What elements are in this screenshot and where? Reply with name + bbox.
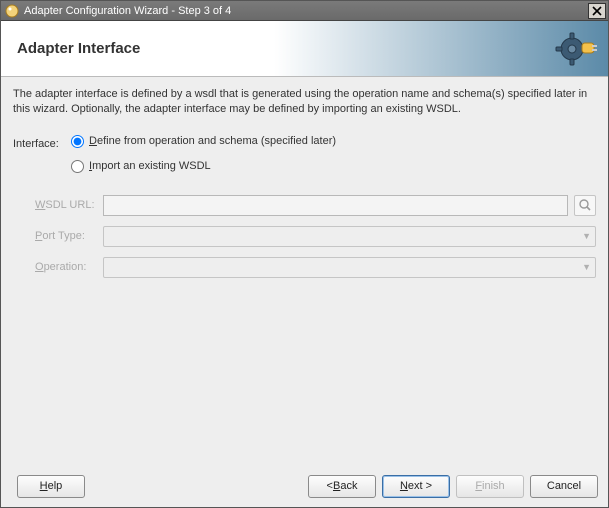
interface-label: Interface: [13,138,71,150]
operation-label: Operation: [35,261,103,273]
close-button[interactable] [588,3,606,19]
interface-row: Interface: Define from operation and sch… [13,135,596,154]
wsdl-url-label: WSDL URL: [35,199,103,211]
wsdl-url-row: WSDL URL: [35,195,596,216]
app-icon [5,4,19,18]
next-button[interactable]: Next > [382,475,450,498]
operation-select[interactable]: ▼ [103,257,596,278]
radio-import[interactable] [71,160,84,173]
banner: Adapter Interface [1,21,608,77]
chevron-down-icon: ▼ [582,231,591,241]
page-title: Adapter Interface [17,40,140,57]
back-button[interactable]: < Back [308,475,376,498]
wsdl-fields: WSDL URL: Port Type: ▼ Operation: [13,195,596,288]
wizard-window: Adapter Configuration Wizard - Step 3 of… [0,0,609,508]
search-icon [578,198,592,212]
gear-plug-icon [554,29,598,69]
interface-row-2: Import an existing WSDL [13,160,596,179]
port-type-select[interactable]: ▼ [103,226,596,247]
content-area: The adapter interface is defined by a ws… [1,77,608,465]
wsdl-url-input[interactable] [103,195,568,216]
radio-define-row: Define from operation and schema (specif… [71,135,336,148]
help-button[interactable]: Help [17,475,85,498]
cancel-button[interactable]: Cancel [530,475,598,498]
window-title: Adapter Configuration Wizard - Step 3 of… [24,5,588,17]
port-type-row: Port Type: ▼ [35,226,596,247]
port-type-label: Port Type: [35,230,103,242]
browse-wsdl-button[interactable] [574,195,596,216]
radio-define[interactable] [71,135,84,148]
operation-row: Operation: ▼ [35,257,596,278]
titlebar: Adapter Configuration Wizard - Step 3 of… [1,1,608,21]
finish-button[interactable]: Finish [456,475,524,498]
button-bar: Help < Back Next > Finish Cancel [1,465,608,507]
radio-define-label[interactable]: Define from operation and schema (specif… [89,135,336,147]
radio-import-label[interactable]: Import an existing WSDL [89,160,211,172]
chevron-down-icon: ▼ [582,262,591,272]
description-text: The adapter interface is defined by a ws… [13,87,596,117]
radio-import-row: Import an existing WSDL [71,160,211,173]
